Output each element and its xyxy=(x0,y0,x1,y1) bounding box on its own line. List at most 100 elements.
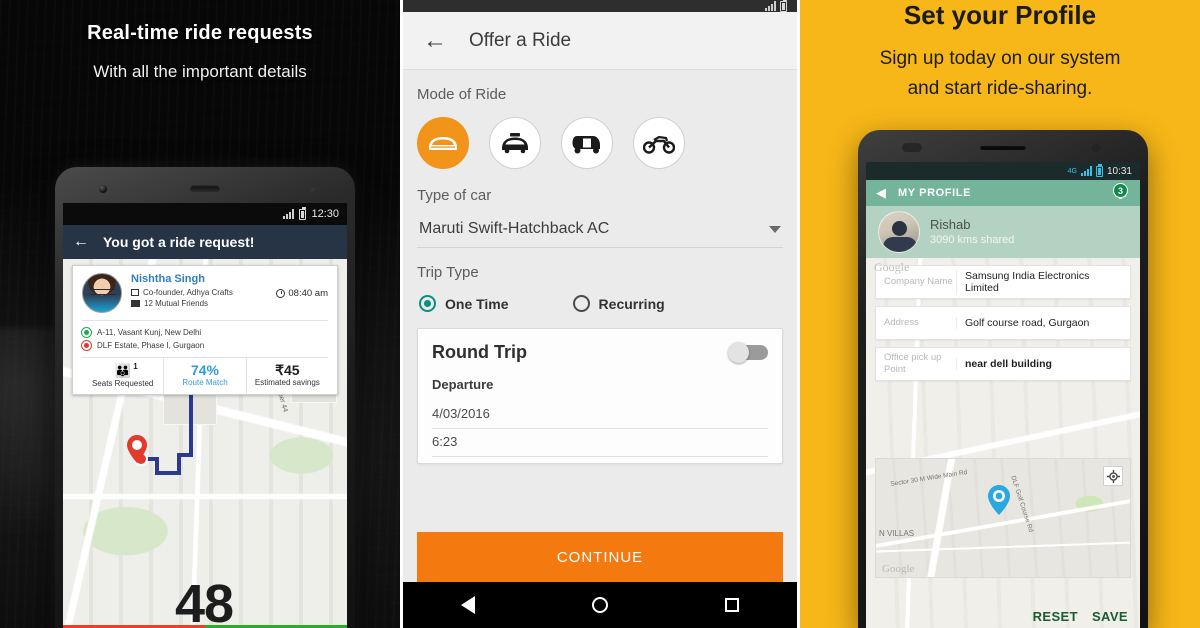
promo-subtitle-line-2: and start ride-sharing. xyxy=(907,78,1093,99)
field-value: Golf course road, Gurgaon xyxy=(956,317,1122,329)
nav-home-icon[interactable] xyxy=(591,597,608,613)
round-trip-toggle[interactable] xyxy=(728,342,768,363)
phone-mockup-left: 12:30 ← You got a ride request! Vishal B… xyxy=(55,167,355,628)
requester-info: Nishtha Singh Co-founder, Adhya Crafts 1… xyxy=(131,273,267,313)
phone-screen-right: 4G 10:31 ◀ MY PROFILE 3 Rishab 3090 kms … xyxy=(866,162,1140,628)
stat-route-match: 74% Route Match xyxy=(163,358,245,394)
map-pin-icon xyxy=(988,485,1010,515)
chevron-down-icon xyxy=(769,225,781,233)
back-arrow-icon[interactable]: ← xyxy=(73,234,89,250)
profile-action-buttons: RESET SAVE xyxy=(1033,609,1128,624)
earpiece-icon xyxy=(980,145,1026,150)
requester-summary: 4.5 Nishtha Singh Co-founder, Adhya Craf… xyxy=(82,273,328,320)
notifications-button[interactable]: 3 xyxy=(1111,183,1130,202)
trip-type-options: One Time Recurring xyxy=(417,295,783,312)
status-bar-right: 4G 10:31 xyxy=(866,162,1140,180)
car-icon xyxy=(429,137,457,150)
nav-recents-icon[interactable] xyxy=(724,598,739,612)
avatar: 4.5 xyxy=(82,273,122,313)
mode-option-motorcycle[interactable] xyxy=(633,117,685,169)
request-time-label: 08:40 am xyxy=(288,287,328,299)
back-arrow-icon[interactable]: ← xyxy=(423,28,447,53)
status-time: 10:31 xyxy=(1106,165,1132,177)
app-bar-offer-a-ride: ← Offer a Ride xyxy=(403,12,797,70)
radio-recurring[interactable]: Recurring xyxy=(572,295,665,312)
signal-icon xyxy=(1080,166,1092,176)
profile-kms-shared: 3090 kms shared xyxy=(930,234,1015,246)
clock-icon xyxy=(276,288,286,298)
avatar-head-icon xyxy=(892,221,907,236)
save-button[interactable]: SAVE xyxy=(1092,609,1128,624)
request-locations: A-11, Vasant Kunj, New Delhi DLF Estate,… xyxy=(82,320,328,357)
stat-value: 74% xyxy=(190,362,219,378)
stat-label: Route Match xyxy=(182,378,228,387)
promo-subtitle-right: Sign up today on our system and start ri… xyxy=(800,44,1200,104)
promo-title-right: Set your Profile xyxy=(903,0,1097,30)
map-label: N VILLAS xyxy=(879,529,915,538)
radio-button-icon xyxy=(419,295,436,312)
map-label: Sector 30 M Wide Main Rd xyxy=(889,468,968,489)
round-trip-card: Round Trip Departure 4/03/2016 6:23 xyxy=(417,328,783,464)
requester-name[interactable]: Nishtha Singh xyxy=(131,273,267,285)
requester-mutual: 12 Mutual Friends xyxy=(131,298,267,309)
radio-label: Recurring xyxy=(598,295,665,312)
battery-icon xyxy=(780,0,787,12)
map-distance-overlay: 48 xyxy=(175,574,234,628)
requester-mutual-label: 12 Mutual Friends xyxy=(144,299,209,308)
type-of-car-select[interactable]: Maruti Swift-Hatchback AC xyxy=(417,218,783,248)
radio-one-time[interactable]: One Time xyxy=(419,295,509,312)
back-arrow-icon[interactable]: ◀ xyxy=(876,185,886,201)
phone-screen-left: 12:30 ← You got a ride request! Vishal B… xyxy=(63,203,347,628)
panel-realtime-ride-requests: Real-time ride requests With all the imp… xyxy=(0,0,400,628)
field-address[interactable]: Address Golf course road, Gurgaon xyxy=(875,306,1131,340)
battery-icon xyxy=(1095,163,1103,177)
departure-time-field[interactable]: 6:23 xyxy=(432,429,768,457)
continue-button[interactable]: CONTINUE xyxy=(417,532,783,582)
mode-option-taxi[interactable] xyxy=(489,117,541,169)
toggle-knob xyxy=(728,342,749,363)
proximity-sensor-icon xyxy=(310,187,315,192)
my-location-button[interactable] xyxy=(1103,466,1123,486)
status-bar-mid xyxy=(403,0,797,12)
field-value: near dell building xyxy=(956,358,1122,370)
notification-badge: 3 xyxy=(1113,183,1128,198)
app-bar-my-profile: ◀ MY PROFILE 3 xyxy=(866,180,1140,206)
my-location-icon xyxy=(1106,469,1120,483)
avatar[interactable] xyxy=(878,211,920,253)
field-company-name[interactable]: Company Name Samsung India Electronics L… xyxy=(875,265,1131,299)
profile-name: Rishab xyxy=(930,217,971,232)
round-trip-header: Round Trip xyxy=(432,342,768,363)
map-label: DLF Golf Course Rd xyxy=(1009,475,1035,534)
status-bar-left: 12:30 xyxy=(63,203,347,225)
stat-value: 👪 1 xyxy=(82,362,163,379)
panel-set-your-profile: Set your Profile Sign up today on our sy… xyxy=(800,0,1200,628)
battery-icon xyxy=(299,206,307,220)
field-key: Company Name xyxy=(884,276,953,287)
mode-option-car[interactable] xyxy=(417,117,469,169)
profile-identity: Rishab 3090 kms shared xyxy=(930,217,1014,247)
field-office-pickup-point[interactable]: Office pick up Point near dell building xyxy=(875,347,1131,381)
network-type-label: 4G xyxy=(1067,167,1077,175)
mode-of-ride-options xyxy=(417,117,783,169)
departure-date-field[interactable]: 4/03/2016 xyxy=(432,401,768,429)
request-time: 08:40 am xyxy=(276,273,328,313)
origin-row: A-11, Vasant Kunj, New Delhi xyxy=(82,326,328,339)
app-bar-title-right: MY PROFILE xyxy=(898,187,972,199)
light-sensor-icon xyxy=(323,187,327,191)
departure-label: Departure xyxy=(432,377,494,392)
origin-dot-icon xyxy=(82,328,91,337)
taxi-icon xyxy=(502,133,528,154)
promo-title-left: Real-time ride requests xyxy=(87,22,313,44)
motorcycle-icon xyxy=(643,135,675,154)
radio-label: One Time xyxy=(445,295,509,312)
type-of-car-value: Maruti Swift-Hatchback AC xyxy=(419,220,610,237)
nav-back-icon[interactable] xyxy=(461,596,476,614)
panel-offer-a-ride: ← Offer a Ride Mode of Ride Type of car … xyxy=(400,0,800,628)
reset-button[interactable]: RESET xyxy=(1033,609,1078,624)
seat-count: 1 xyxy=(133,362,138,371)
google-watermark: Google xyxy=(874,260,910,274)
trip-type-label: Trip Type xyxy=(417,264,479,281)
people-icon xyxy=(131,300,140,307)
mode-option-auto-rickshaw[interactable] xyxy=(561,117,613,169)
office-location-map[interactable]: Sector 30 M Wide Main Rd DLF Golf Course… xyxy=(875,458,1131,578)
